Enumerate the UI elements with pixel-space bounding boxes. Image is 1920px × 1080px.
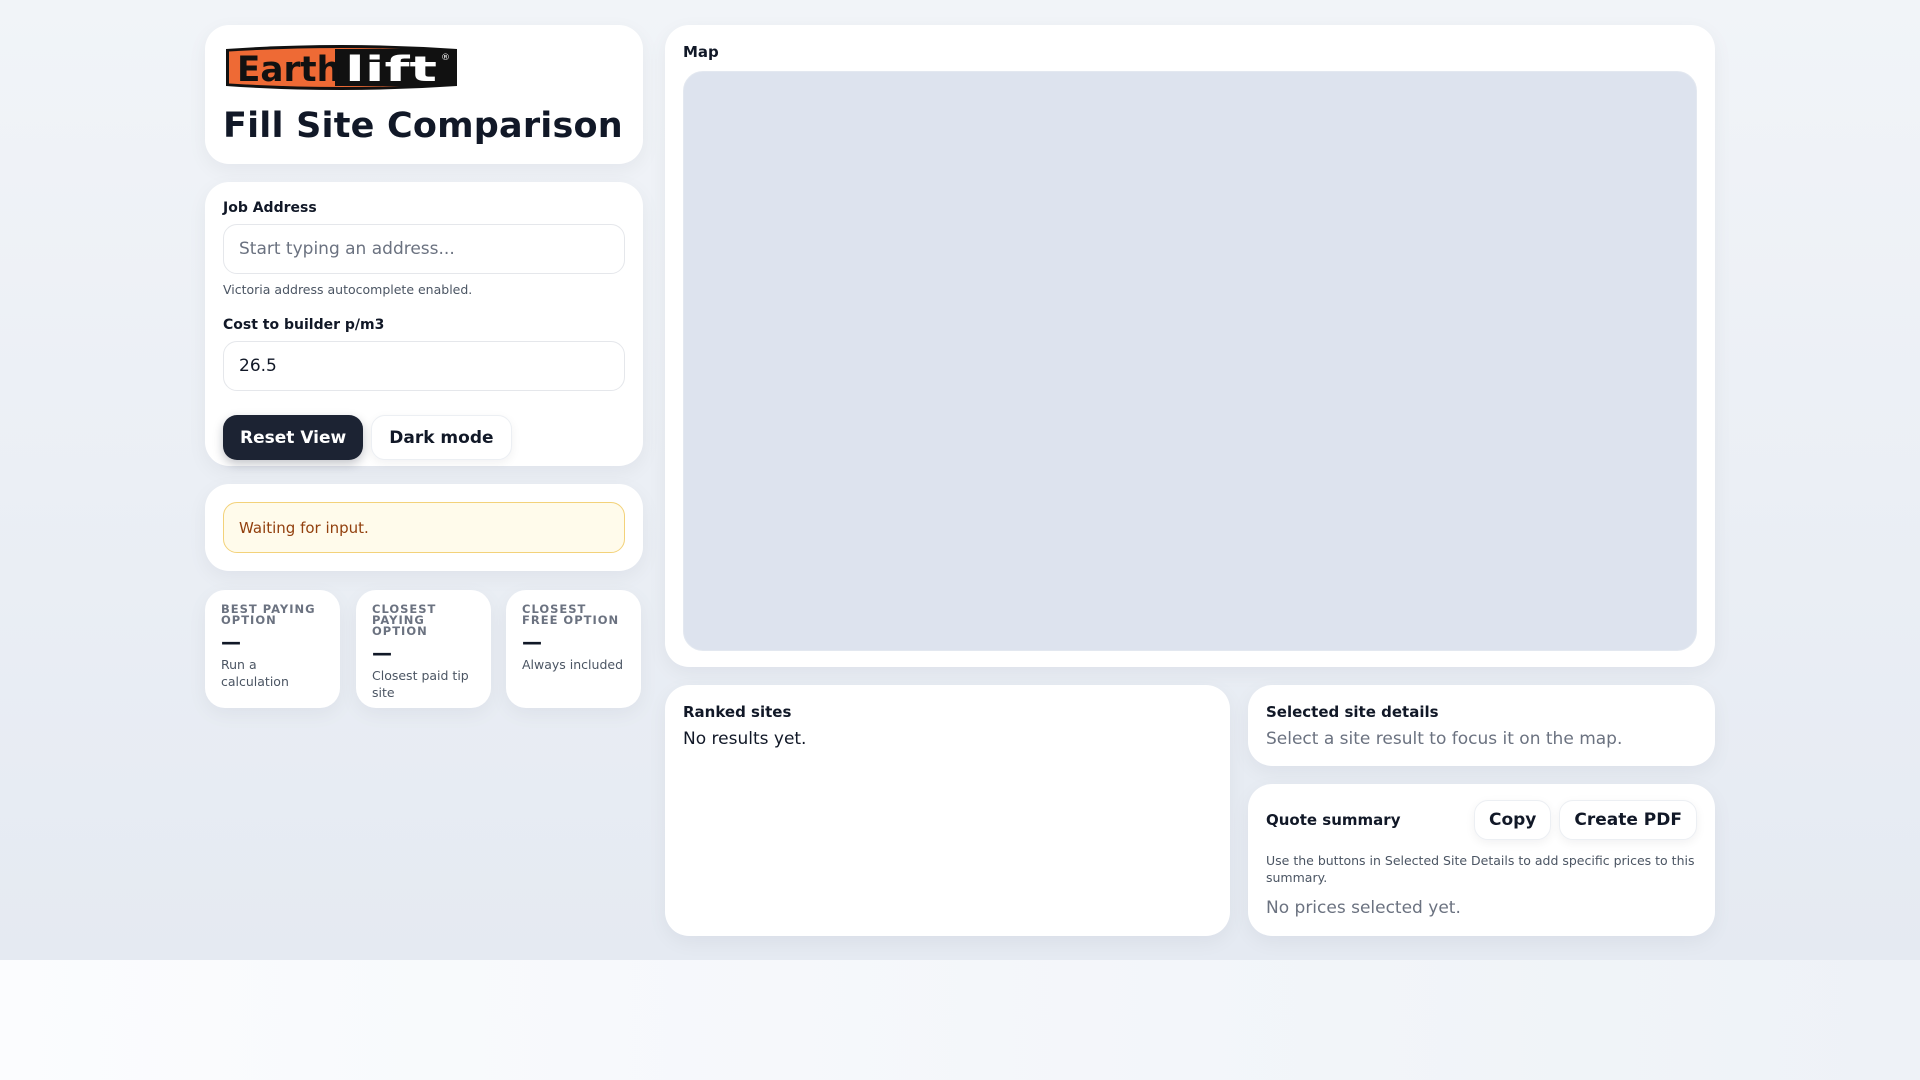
stat-best-paying: Best paying option — Run a calculation [205,590,340,708]
dark-mode-button[interactable]: Dark mode [371,415,512,460]
cost-input[interactable] [223,341,625,391]
address-autocomplete-hint: Victoria address autocomplete enabled. [223,282,473,297]
quote-summary-title: Quote summary [1266,811,1401,829]
logo-text-earth: Earth [237,50,341,90]
earthlift-logo: Earth lift ® [226,45,457,90]
quote-summary-card: Quote summary Copy Create PDF Use the bu… [1248,784,1715,936]
ranked-sites-card: Ranked sites No results yet. [665,685,1230,936]
logo-text-lift: lift [345,50,437,90]
cost-label: Cost to builder p/m3 [223,317,385,333]
stat-subtext: Run a calculation [221,657,289,689]
ranked-sites-title: Ranked sites [683,703,792,721]
map-card: Map [665,25,1715,667]
job-inputs-card: Job Address Victoria address autocomplet… [205,182,643,466]
status-message: Waiting for input. [223,502,625,553]
selected-site-empty: Select a site result to focus it on the … [1266,729,1623,749]
job-address-label: Job Address [223,200,317,216]
action-buttons: Reset View Dark mode [223,415,625,460]
page-footer-area [0,960,1920,1080]
reset-view-button[interactable]: Reset View [223,415,364,460]
copy-button[interactable]: Copy [1473,800,1552,840]
stat-label: Closest paying option [372,602,437,638]
stat-subtext: Closest paid tip site [372,668,469,700]
stat-subtext: Always included [522,657,624,672]
map-title: Map [683,43,719,61]
quote-buttons: Copy Create PDF [1473,800,1697,840]
stat-label: Closest free option [522,602,620,627]
quote-summary-empty: No prices selected yet. [1266,898,1461,918]
stat-closest-free: Closest free option — Always included [506,590,641,708]
selected-site-title: Selected site details [1266,703,1439,721]
page-title: Fill Site Comparison [223,106,623,146]
stat-value: — [372,641,392,665]
logo-registered-mark: ® [441,53,450,63]
stat-value: — [522,630,542,654]
selected-site-card: Selected site details Select a site resu… [1248,685,1715,766]
stat-label: Best paying option [221,602,316,627]
quote-summary-hint: Use the buttons in Selected Site Details… [1266,853,1695,885]
status-card: Waiting for input. [205,484,643,571]
stat-value: — [221,630,241,654]
create-pdf-button[interactable]: Create PDF [1559,800,1697,840]
quote-summary-header: Quote summary Copy Create PDF [1266,800,1697,840]
map-canvas[interactable] [683,71,1697,651]
stat-closest-paying: Closest paying option — Closest paid tip… [356,590,491,708]
header-card: Earth lift ® Fill Site Comparison [205,25,643,164]
job-address-input[interactable] [223,224,625,274]
ranked-sites-empty: No results yet. [683,729,807,749]
